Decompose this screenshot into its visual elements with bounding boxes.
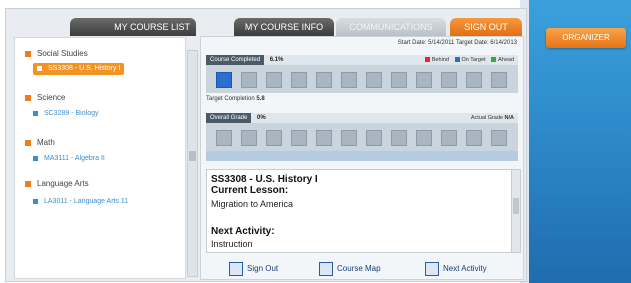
scrollbar-grip[interactable] — [189, 151, 196, 161]
sign-out-button[interactable]: Sign Out — [229, 261, 278, 277]
course-item-ma3111[interactable]: MA3111 - Algebra II — [33, 153, 105, 165]
on-target-swatch-icon — [454, 57, 460, 63]
overall-grade-percent: 0% — [257, 115, 266, 121]
actual-grade: Actual Grade N/A — [470, 115, 514, 121]
overall-grade-header: Overall Grade 0% Actual Grade N/A — [206, 113, 518, 123]
sign-out-icon — [229, 261, 243, 276]
overall-grade-label: Overall Grade — [206, 113, 252, 123]
progress-cell — [491, 130, 507, 146]
bullet-icon — [33, 155, 38, 161]
ahead-swatch-icon — [491, 57, 497, 63]
current-lesson-label: Current Lesson: — [211, 185, 289, 196]
progress-cell — [316, 72, 332, 88]
progress-cell — [466, 72, 482, 88]
current-lesson-value: Migration to America — [211, 199, 294, 209]
course-completed-label: Course Completed — [206, 55, 265, 65]
progress-cell — [416, 72, 432, 88]
course-detail-box: SS3308 - U.S. History I Current Lesson: … — [206, 169, 514, 253]
progress-cell — [216, 130, 232, 146]
action-bar: Sign Out Course Map Next Activity — [201, 261, 523, 277]
bullet-icon — [33, 110, 38, 116]
tab-my-course-list[interactable]: MY COURSE LIST — [70, 18, 196, 36]
scrollbar-grip[interactable] — [513, 198, 519, 214]
next-activity-button[interactable]: Next Activity — [425, 261, 487, 277]
progress-cell — [366, 72, 382, 88]
progress-cell — [241, 130, 257, 146]
course-map-icon — [319, 261, 333, 276]
course-completed-header: Course Completed 6.1% Behind On Target A… — [206, 55, 518, 65]
date-range: Start Date: 5/14/2011 Target Date: 6/14/… — [397, 40, 517, 46]
progress-cell — [491, 72, 507, 88]
detail-scrollbar[interactable] — [511, 169, 521, 253]
course-item-ss3308[interactable]: SS3308 - U.S. History I — [33, 63, 125, 75]
progress-cell — [291, 130, 307, 146]
grade-footer-strip — [206, 151, 518, 161]
next-activity-value: Instruction — [211, 239, 253, 249]
course-info-panel: Start Date: 5/14/2011 Target Date: 6/14/… — [200, 36, 524, 280]
subject-social-studies: Social Studies — [25, 48, 88, 60]
progress-cell — [391, 130, 407, 146]
next-activity-icon — [425, 261, 439, 276]
grade-cells — [206, 123, 518, 151]
progress-cell — [341, 130, 357, 146]
target-completion: Target Completion 5.8 — [206, 96, 265, 102]
progress-cell — [391, 72, 407, 88]
subject-math: Math — [25, 137, 55, 149]
bullet-icon — [25, 94, 31, 101]
bullet-icon — [33, 198, 38, 204]
tab-sign-out[interactable]: SIGN OUT — [450, 18, 522, 36]
tab-my-course-info[interactable]: MY COURSE INFO — [234, 18, 334, 36]
behind-swatch-icon — [424, 57, 430, 63]
course-list-scrollbar[interactable] — [187, 50, 198, 277]
progress-cell — [466, 130, 482, 146]
progress-cell — [266, 130, 282, 146]
organizer-button[interactable]: ORGANIZER — [546, 28, 626, 48]
tab-communications[interactable]: COMMUNICATIONS — [336, 18, 446, 36]
progress-cell — [266, 72, 282, 88]
progress-cell — [366, 130, 382, 146]
progress-cell — [216, 72, 232, 88]
progress-cells — [206, 65, 518, 93]
subject-science: Science — [25, 92, 65, 104]
progress-cell — [291, 72, 307, 88]
next-activity-label: Next Activity: — [211, 226, 275, 237]
course-title: SS3308 - U.S. History I — [211, 174, 318, 185]
course-map-button[interactable]: Course Map — [319, 261, 381, 277]
subject-language-arts: Language Arts — [25, 178, 89, 190]
bullet-icon — [37, 65, 42, 71]
progress-cell — [241, 72, 257, 88]
course-list-panel: Social Studies SS3308 - U.S. History I S… — [14, 37, 186, 279]
progress-cell — [441, 72, 457, 88]
course-completed-percent: 6.1% — [269, 57, 284, 63]
progress-cell — [441, 130, 457, 146]
course-item-la3011[interactable]: LA3011 - Language Arts 11 — [33, 196, 128, 208]
bullet-icon — [25, 180, 31, 187]
bullet-icon — [25, 50, 31, 57]
progress-cell — [341, 72, 357, 88]
progress-legend: Behind On Target Ahead — [421, 55, 514, 65]
bullet-icon — [25, 139, 31, 146]
progress-cell — [316, 130, 332, 146]
course-item-sc3289[interactable]: SC3289 - Biology — [33, 108, 98, 120]
progress-cell — [416, 130, 432, 146]
